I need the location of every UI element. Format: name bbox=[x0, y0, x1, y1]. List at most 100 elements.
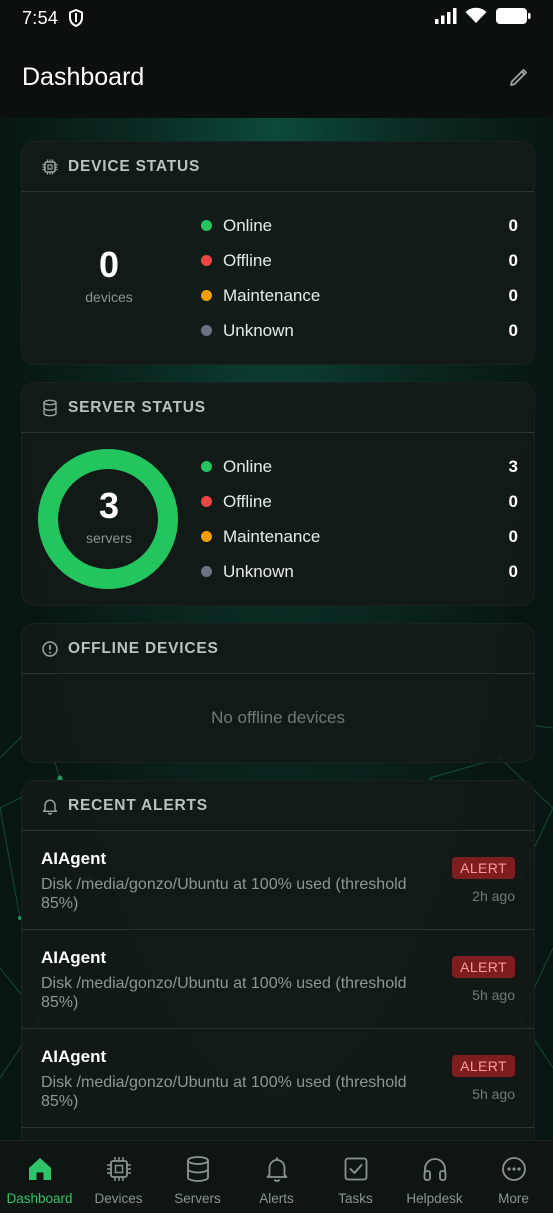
alert-time: 2h ago bbox=[472, 888, 515, 904]
server-count: 3 bbox=[98, 485, 120, 526]
alert-source: AIAgent bbox=[41, 849, 107, 868]
recent-alerts-header: RECENT ALERTS bbox=[22, 781, 534, 831]
alert-message: Disk /media/gonzo/Ubuntu at 100% used (t… bbox=[41, 1074, 407, 1110]
offline-devices-header: OFFLINE DEVICES bbox=[22, 624, 534, 674]
battery-icon bbox=[495, 7, 531, 30]
device-count: 0 bbox=[98, 244, 120, 285]
legend-row-offline: Offline 0 bbox=[200, 243, 518, 278]
tab-more[interactable]: More bbox=[474, 1141, 553, 1213]
legend-row-offline: Offline 0 bbox=[200, 484, 518, 519]
tab-label: Helpdesk bbox=[406, 1191, 463, 1206]
status-dot bbox=[201, 290, 212, 301]
status-dot bbox=[201, 531, 212, 542]
recent-alerts-card[interactable]: RECENT ALERTS AIAgent Disk /media/gonzo/… bbox=[21, 780, 535, 1160]
server-status-body: 3 servers Online 3 Offline 0 Maintenance 0 … bbox=[22, 433, 534, 605]
tab-label: Tasks bbox=[338, 1191, 373, 1206]
status-dot bbox=[201, 255, 212, 266]
legend-value: 0 bbox=[508, 491, 518, 511]
headset-icon bbox=[420, 1154, 450, 1184]
device-status-header: DEVICE STATUS bbox=[22, 142, 534, 192]
server-total: 3 servers bbox=[39, 447, 179, 587]
legend-row-online: Online 3 bbox=[200, 449, 518, 484]
signal-icon bbox=[435, 7, 457, 29]
alert-item[interactable]: AIAgent Disk /media/gonzo/Ubuntu at 100%… bbox=[22, 930, 534, 1029]
tab-alerts[interactable]: Alerts bbox=[237, 1141, 316, 1213]
alert-source: AIAgent bbox=[41, 948, 107, 967]
alert-badge: ALERT bbox=[452, 1055, 515, 1077]
card-title: RECENT ALERTS bbox=[68, 796, 208, 814]
tab-label: Devices bbox=[94, 1191, 143, 1206]
alert-message: Disk /media/gonzo/Ubuntu at 100% used (t… bbox=[41, 975, 407, 1011]
status-time: 7:54 bbox=[22, 7, 59, 28]
server-status-card[interactable]: SERVER STATUS 3 servers Online 3 Offline 0… bbox=[21, 382, 535, 606]
bell-icon bbox=[41, 797, 59, 815]
legend-value: 0 bbox=[508, 320, 518, 340]
legend-row-maintenance: Maintenance 0 bbox=[200, 278, 518, 313]
tab-tasks[interactable]: Tasks bbox=[316, 1141, 395, 1213]
legend-value: 0 bbox=[508, 561, 518, 581]
page-title: Dashboard bbox=[22, 62, 145, 91]
alert-source: AIAgent bbox=[41, 1047, 107, 1066]
status-dot bbox=[201, 496, 212, 507]
legend-row-unknown: Unknown 0 bbox=[200, 313, 518, 348]
server-count-label: servers bbox=[86, 530, 132, 546]
status-dot bbox=[201, 220, 212, 231]
status-dot bbox=[201, 566, 212, 577]
legend-label: Unknown bbox=[223, 561, 294, 581]
device-count-label: devices bbox=[85, 289, 133, 305]
more-icon bbox=[499, 1154, 529, 1184]
alert-item[interactable]: AIAgent Disk /media/gonzo/Ubuntu at 100%… bbox=[22, 1029, 534, 1128]
alert-item[interactable]: AIAgent Disk /media/gonzo/Ubuntu at 100%… bbox=[22, 831, 534, 930]
bell-icon bbox=[262, 1154, 292, 1184]
shield-icon bbox=[68, 9, 84, 27]
tab-devices[interactable]: Devices bbox=[79, 1141, 158, 1213]
legend-label: Offline bbox=[223, 250, 272, 270]
legend-value: 0 bbox=[508, 526, 518, 546]
offline-devices-card[interactable]: OFFLINE DEVICES No offline devices bbox=[21, 623, 535, 763]
card-title: SERVER STATUS bbox=[68, 398, 206, 416]
alert-time: 5h ago bbox=[472, 987, 515, 1003]
device-status-card[interactable]: DEVICE STATUS 0 devices Online 0 Offline 0… bbox=[21, 141, 535, 365]
device-total: 0 devices bbox=[39, 206, 179, 346]
tab-label: Dashboard bbox=[6, 1191, 73, 1206]
legend-row-maintenance: Maintenance 0 bbox=[200, 519, 518, 554]
wifi-icon bbox=[465, 7, 487, 29]
status-dot bbox=[201, 461, 212, 472]
system-status-bar: 7:54 bbox=[0, 0, 553, 36]
legend-row-online: Online 0 bbox=[200, 208, 518, 243]
legend-row-unknown: Unknown 0 bbox=[200, 554, 518, 589]
legend-value: 3 bbox=[508, 456, 518, 476]
tab-servers[interactable]: Servers bbox=[158, 1141, 237, 1213]
status-dot bbox=[201, 325, 212, 336]
alert-time: 5h ago bbox=[472, 1086, 515, 1102]
legend-label: Maintenance bbox=[223, 285, 321, 305]
card-title: OFFLINE DEVICES bbox=[68, 639, 219, 657]
tab-label: More bbox=[498, 1191, 529, 1206]
database-icon bbox=[183, 1154, 213, 1184]
home-icon bbox=[25, 1154, 55, 1184]
tab-dashboard[interactable]: Dashboard bbox=[0, 1141, 79, 1213]
bottom-tab-bar: Dashboard Devices Servers Alerts Tasks H… bbox=[0, 1140, 553, 1213]
chip-icon bbox=[104, 1154, 134, 1184]
chip-icon bbox=[41, 158, 59, 176]
tab-label: Servers bbox=[174, 1191, 221, 1206]
tab-helpdesk[interactable]: Helpdesk bbox=[395, 1141, 474, 1213]
app-header: Dashboard bbox=[0, 36, 553, 118]
device-legend: Online 0 Offline 0 Maintenance 0 Unknown 0 bbox=[200, 208, 518, 348]
alert-circle-icon bbox=[41, 640, 59, 658]
legend-label: Online bbox=[223, 215, 273, 235]
legend-value: 0 bbox=[508, 215, 518, 235]
legend-value: 0 bbox=[508, 250, 518, 270]
checkbox-icon bbox=[341, 1154, 371, 1184]
server-status-header: SERVER STATUS bbox=[22, 383, 534, 433]
alert-badge: ALERT bbox=[452, 857, 515, 879]
empty-state-text: No offline devices bbox=[211, 708, 345, 727]
edit-icon[interactable] bbox=[507, 65, 531, 89]
database-icon bbox=[41, 399, 59, 417]
alert-message: Disk /media/gonzo/Ubuntu at 100% used (t… bbox=[41, 876, 407, 912]
legend-label: Online bbox=[223, 456, 273, 476]
tab-label: Alerts bbox=[259, 1191, 294, 1206]
legend-label: Maintenance bbox=[223, 526, 321, 546]
server-legend: Online 3 Offline 0 Maintenance 0 Unknown 0 bbox=[200, 449, 518, 589]
legend-value: 0 bbox=[508, 285, 518, 305]
